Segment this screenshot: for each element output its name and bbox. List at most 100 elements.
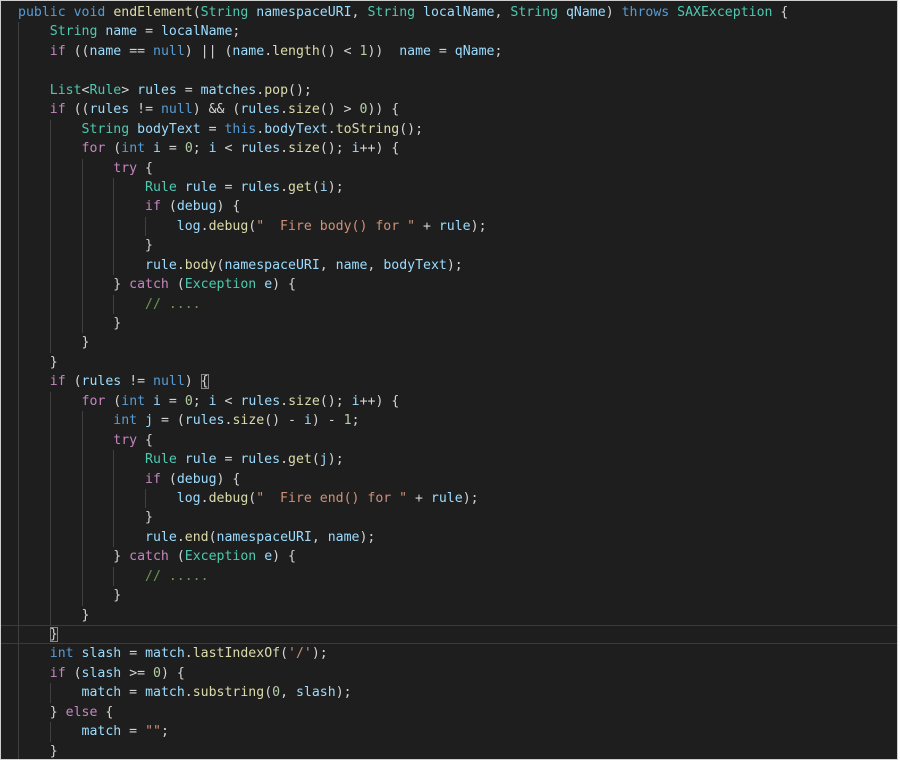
code-line[interactable]: } — [18, 741, 897, 759]
code-line[interactable]: // .... — [18, 294, 897, 314]
code-line[interactable]: for (int i = 0; i < rules.size(); i++) { — [18, 139, 897, 159]
code-token: , — [351, 5, 368, 20]
code-line[interactable]: List<Rule> rules = matches.pop(); — [18, 80, 897, 101]
code-line[interactable]: } — [18, 236, 897, 256]
indentation — [18, 530, 145, 545]
code-token: if — [145, 199, 161, 215]
matched-bracket: } — [49, 627, 58, 642]
code-line[interactable]: String bodyText = this.bodyText.toString… — [18, 119, 897, 140]
code-token: String — [81, 121, 130, 137]
code-token: pop — [264, 82, 289, 98]
code-line[interactable]: Rule rule = rules.get(i); — [18, 177, 897, 198]
code-line[interactable]: } else { — [18, 702, 897, 723]
code-token: } — [145, 510, 153, 526]
code-line[interactable]: } — [1, 625, 897, 645]
code-token: 0 — [272, 685, 281, 701]
code-editor[interactable]: public void endElement(String namespaceU… — [0, 0, 898, 760]
code-token: < — [216, 141, 241, 157]
code-token: (( — [65, 102, 90, 118]
code-token: if — [49, 374, 66, 390]
code-line[interactable]: } catch (Exception e) { — [18, 275, 897, 295]
matched-bracket: { — [200, 374, 209, 390]
code-line[interactable]: } — [18, 314, 897, 334]
code-token: = — [121, 685, 146, 701]
code-token: } — [145, 238, 153, 254]
code-line[interactable] — [18, 61, 897, 81]
code-line[interactable]: int slash = match.lastIndexOf('/'); — [18, 644, 897, 664]
code-line[interactable]: int j = (rules.size() - i) - 1; — [18, 411, 897, 431]
code-line[interactable]: Rule rule = rules.get(j); — [18, 450, 897, 470]
code-line[interactable]: } — [18, 508, 897, 528]
code-token: Exception — [184, 277, 257, 293]
code-token: } — [49, 354, 58, 370]
code-token: . — [176, 257, 185, 273]
code-token: } — [49, 704, 66, 720]
code-token: ; — [160, 724, 169, 740]
code-token: name — [335, 257, 368, 273]
code-line[interactable]: try { — [18, 158, 897, 178]
code-line[interactable]: log.debug(" Fire body() for " + rule); — [18, 216, 897, 237]
code-token: debug — [208, 490, 249, 506]
code-line[interactable]: if (debug) { — [18, 197, 897, 217]
code-line[interactable]: match = match.substring(0, slash); — [18, 683, 897, 703]
indentation — [18, 413, 113, 428]
code-line[interactable]: } — [18, 586, 897, 606]
code-line[interactable]: match = ""; — [18, 722, 897, 742]
indentation — [18, 374, 50, 389]
code-token: length — [272, 43, 320, 59]
code-token: 0 — [184, 141, 193, 157]
code-line[interactable]: if (debug) { — [18, 469, 897, 489]
code-line[interactable]: rule.end(namespaceURI, name); — [18, 527, 897, 548]
code-token: localName — [423, 5, 495, 20]
code-line[interactable]: if ((rules != null) && (rules.size() > 0… — [18, 100, 897, 120]
code-line[interactable]: log.debug(" Fire end() for " + rule); — [18, 488, 897, 509]
code-token: (); — [319, 393, 352, 409]
code-line[interactable]: if (slash >= 0) { — [18, 663, 897, 684]
code-token: 0 — [153, 665, 161, 681]
code-token: . — [200, 218, 209, 234]
code-token: namespaceURI — [216, 529, 312, 545]
code-line[interactable]: } — [18, 605, 897, 625]
indentation — [18, 141, 82, 156]
indentation — [18, 277, 113, 292]
code-line[interactable]: // ..... — [18, 566, 897, 587]
code-token: e — [264, 549, 273, 565]
code-line[interactable]: } catch (Exception e) { — [18, 547, 897, 567]
code-line[interactable]: rule.body(namespaceURI, name, bodyText); — [18, 255, 897, 276]
code-token: rule — [430, 490, 463, 506]
code-line[interactable]: } — [18, 352, 897, 373]
code-token: int — [121, 393, 146, 409]
code-token: ; — [351, 413, 360, 429]
code-token: rules — [89, 102, 130, 118]
code-line[interactable]: if ((name == null) || (name.length() < 1… — [18, 41, 897, 62]
code-area[interactable]: public void endElement(String namespaceU… — [1, 3, 897, 759]
indentation — [18, 646, 50, 661]
indentation — [18, 724, 82, 739]
code-token: toString — [335, 121, 400, 137]
code-token: else — [65, 704, 98, 720]
code-line[interactable]: String name = localName; — [18, 22, 897, 42]
code-token: int — [121, 141, 146, 157]
code-line[interactable]: } — [18, 333, 897, 353]
code-token: size — [232, 413, 265, 429]
indentation — [18, 491, 177, 506]
code-line[interactable]: for (int i = 0; i < rules.size(); i++) { — [18, 391, 897, 412]
code-token: ++) { — [359, 141, 400, 157]
code-line[interactable]: if (rules != null) { — [18, 372, 897, 392]
code-token: 0 — [184, 393, 193, 409]
code-token: name — [399, 43, 431, 59]
code-token: size — [288, 141, 320, 157]
code-token: catch — [129, 549, 169, 565]
code-token: i — [208, 393, 217, 409]
code-token: != — [129, 102, 161, 118]
code-token: rules — [240, 393, 281, 409]
code-token: void — [73, 5, 106, 20]
code-line[interactable]: public void endElement(String namespaceU… — [18, 3, 897, 22]
code-token: namespaceURI — [224, 257, 320, 273]
code-token: . — [200, 490, 209, 506]
code-line[interactable]: try { — [18, 430, 897, 451]
code-token: slash — [81, 665, 122, 681]
